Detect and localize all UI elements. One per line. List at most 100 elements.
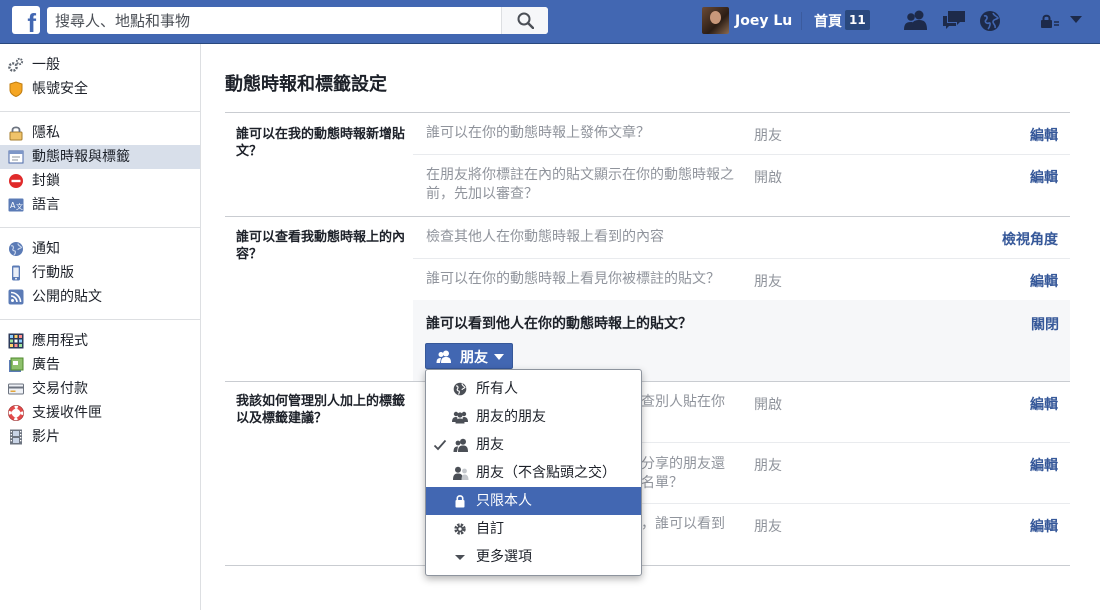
sidebar-item-public-posts[interactable]: 公開的貼文 xyxy=(0,285,200,309)
sidebar-group-privacy: 隱私 動態時報與標籤 封鎖 A 文 語言 xyxy=(0,112,200,228)
setting-row-question: ，誰可以看到 xyxy=(641,516,725,532)
sidebar-item-language[interactable]: A 文 語言 xyxy=(0,193,200,217)
menu-item-custom[interactable]: 自訂 xyxy=(426,515,641,543)
mobile-icon xyxy=(12,265,20,281)
setting-row-question: 查別人貼在你 xyxy=(641,394,725,410)
setting-row-question: 誰可以在你的動態時報上發佈文章？ xyxy=(426,125,650,141)
home-count-badge: 11 xyxy=(845,10,870,30)
account-menu-caret-icon[interactable] xyxy=(1070,16,1082,23)
caret-down-icon xyxy=(455,555,465,560)
ads-icon xyxy=(9,357,24,372)
search-box xyxy=(47,7,548,34)
menu-item-label: 更多選項 xyxy=(476,549,532,565)
audience-selector-label: 朋友 xyxy=(460,350,488,366)
setting-row-question: 在朋友將你標註在內的貼文顯示在你的動態時報之前，先加以審查？ xyxy=(426,167,734,202)
profile-name: Joey Lu xyxy=(735,12,793,29)
section-label-who-can-see: 誰可以查看我動態時報上的內容？ xyxy=(236,230,406,262)
support-lifebuoy-icon xyxy=(8,405,24,421)
edit-link[interactable]: 編輯 xyxy=(990,167,1058,187)
setting-row-value: 朋友 xyxy=(754,274,782,290)
sidebar-item-label: 通知 xyxy=(32,241,60,257)
sidebar-item-videos[interactable]: 影片 xyxy=(0,425,200,449)
row-divider xyxy=(641,503,1070,504)
menu-item-public[interactable]: 所有人 xyxy=(426,375,641,403)
sidebar-item-ads[interactable]: 廣告 xyxy=(0,353,200,377)
edit-link[interactable]: 編輯 xyxy=(990,516,1058,536)
chevron-down-icon xyxy=(494,354,504,360)
sidebar-item-privacy[interactable]: 隱私 xyxy=(0,121,200,145)
sidebar-item-label: 影片 xyxy=(32,429,60,445)
setting-row-value: 朋友 xyxy=(754,128,782,144)
setting-row-question: 分享的朋友還 xyxy=(641,456,725,472)
audience-dropdown-menu: 所有人 朋友的朋友 朋友 朋友（不含點頭之交） 只限本人 自訂 更多選項 xyxy=(425,369,642,576)
sidebar-item-label: 交易付款 xyxy=(32,381,88,397)
setting-row-question: 檢查其他人在你動態時報上看到的內容 xyxy=(426,229,664,245)
menu-item-more-options[interactable]: 更多選項 xyxy=(426,543,641,571)
menu-item-label: 所有人 xyxy=(476,381,518,397)
setting-row-question-continued: 名單？ xyxy=(641,475,683,491)
sidebar-item-security[interactable]: 帳號安全 xyxy=(0,77,200,101)
edit-link[interactable]: 編輯 xyxy=(990,125,1058,145)
menu-item-friends-except-acquaintances[interactable]: 朋友（不含點頭之交） xyxy=(426,459,641,487)
sidebar-item-apps[interactable]: 應用程式 xyxy=(0,329,200,353)
sidebar-item-general[interactable]: 一般 xyxy=(0,53,200,77)
sidebar-item-label: 公開的貼文 xyxy=(32,289,102,305)
search-input[interactable] xyxy=(47,7,502,34)
edit-link[interactable]: 編輯 xyxy=(990,394,1058,414)
sidebar-item-timeline-and-tagging[interactable]: 動態時報與標籤 xyxy=(0,145,200,169)
sidebar-item-payments[interactable]: 交易付款 xyxy=(0,377,200,401)
audience-selector-button[interactable]: 朋友 xyxy=(425,343,513,369)
facebook-logo[interactable]: f xyxy=(12,6,40,34)
sidebar-group-notifications: 通知 行動版 公開的貼文 xyxy=(0,228,200,320)
section-divider xyxy=(225,565,1070,566)
friends-icon xyxy=(453,438,468,452)
sidebar-item-label: 語言 xyxy=(32,197,60,213)
section-divider xyxy=(225,381,1070,382)
search-icon xyxy=(517,12,534,29)
menu-item-label: 朋友的朋友 xyxy=(476,409,546,425)
menu-item-label: 自訂 xyxy=(476,521,504,537)
view-as-link[interactable]: 檢視角度 xyxy=(970,229,1058,249)
profile-link[interactable]: Joey Lu xyxy=(702,7,792,34)
title-divider xyxy=(225,112,1070,113)
sidebar-item-support-inbox[interactable]: 支援收件匣 xyxy=(0,401,200,425)
setting-row-value: 開啟 xyxy=(754,397,782,413)
close-link[interactable]: 關閉 xyxy=(1031,314,1059,334)
checkmark-icon xyxy=(433,439,447,451)
menu-item-only-me[interactable]: 只限本人 xyxy=(426,487,641,515)
nav-divider xyxy=(801,12,802,30)
messages-icon[interactable] xyxy=(941,9,967,33)
sidebar-item-label: 支援收件匣 xyxy=(32,405,102,421)
menu-item-friends-of-friends[interactable]: 朋友的朋友 xyxy=(426,403,641,431)
avatar xyxy=(702,7,729,34)
setting-row-value: 朋友 xyxy=(754,458,782,474)
menu-item-friends[interactable]: 朋友 xyxy=(426,431,641,459)
sidebar-item-label: 封鎖 xyxy=(32,173,60,189)
friend-requests-icon[interactable] xyxy=(903,9,929,33)
row-divider xyxy=(413,258,1070,259)
menu-item-label: 朋友（不含點頭之交） xyxy=(476,465,616,481)
sidebar-item-blocking[interactable]: 封鎖 xyxy=(0,169,200,193)
section-label-tagging: 我該如何管理別人加上的標籤以及標籤建議？ xyxy=(236,394,406,426)
settings-sidebar: 一般 帳號安全 隱私 動態時報與標籤 封鎖 A 文 語言 通知 行動版 公開的貼… xyxy=(0,44,201,610)
edit-link[interactable]: 編輯 xyxy=(990,455,1058,475)
sidebar-item-mobile[interactable]: 行動版 xyxy=(0,261,200,285)
friends-except-icon xyxy=(453,466,469,480)
svg-text:文: 文 xyxy=(16,202,23,211)
privacy-shortcuts-icon[interactable] xyxy=(1040,13,1060,33)
sidebar-item-label: 行動版 xyxy=(32,265,74,281)
expanded-setting-question: 誰可以看到他人在你的動態時報上的貼文？ xyxy=(426,316,692,332)
menu-item-label: 只限本人 xyxy=(476,493,532,509)
section-label-who-can-post: 誰可以在我的動態時報新增貼文？ xyxy=(236,127,406,159)
top-navigation-bar: f Joey Lu 首頁 11 xyxy=(0,0,1100,44)
sidebar-item-label: 隱私 xyxy=(32,125,60,141)
sidebar-item-notifications[interactable]: 通知 xyxy=(0,237,200,261)
gear-icon xyxy=(454,523,466,535)
edit-link[interactable]: 編輯 xyxy=(990,271,1058,291)
apps-icon xyxy=(8,333,24,349)
sidebar-item-label: 帳號安全 xyxy=(32,81,88,97)
security-badge-icon xyxy=(9,81,23,97)
home-link[interactable]: 首頁 xyxy=(814,11,842,31)
search-button[interactable] xyxy=(501,7,548,34)
notifications-globe-icon[interactable] xyxy=(978,9,1004,33)
